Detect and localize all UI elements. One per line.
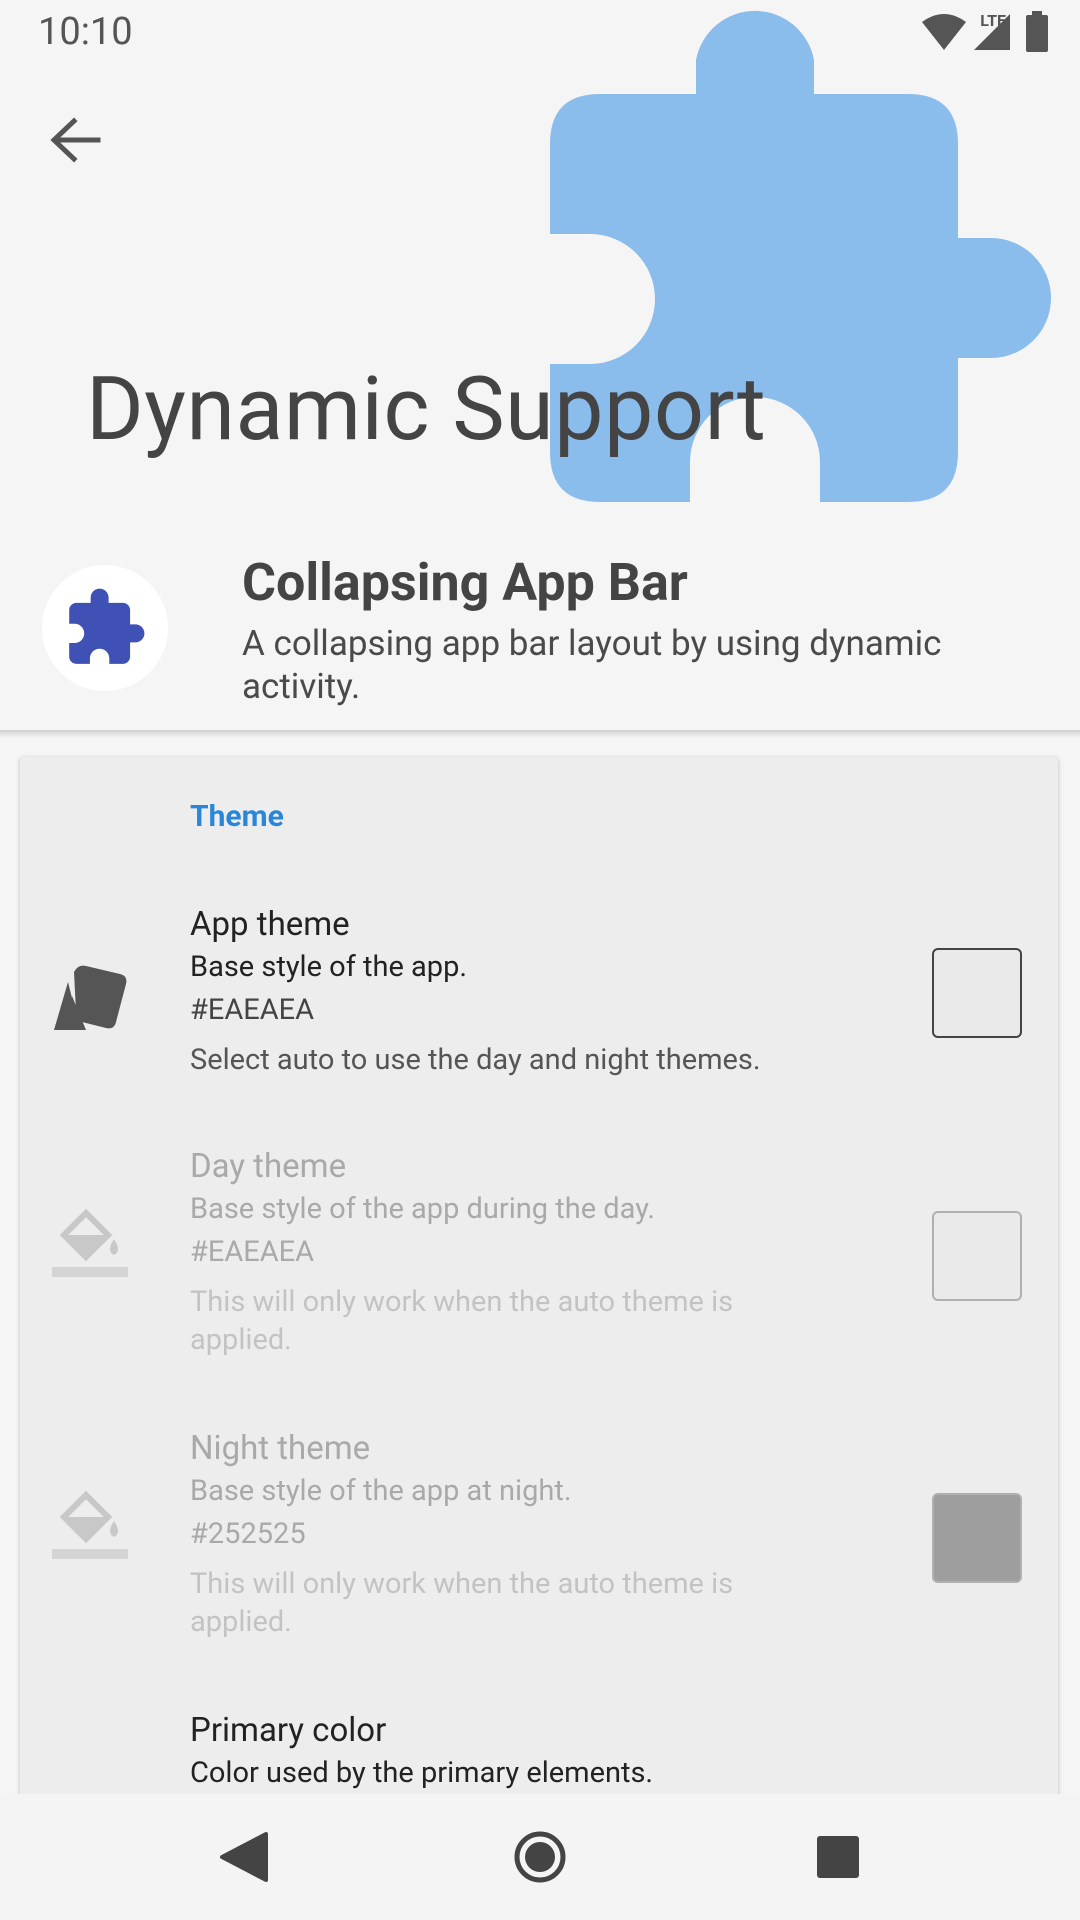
info-title: Collapsing App Bar [242,552,688,613]
circle-home-icon [514,1831,566,1883]
pref-description: This will only work when the auto theme … [190,1567,734,1639]
pref-day-theme[interactable]: Day theme Base style of the app during t… [20,1097,1058,1377]
pref-summary: Base style of the app at night. [190,1474,572,1508]
color-swatch[interactable] [932,1211,1022,1301]
pref-description: Select auto to use the day and night the… [190,1043,761,1077]
pref-title: Day theme [190,1147,347,1186]
nav-recents-button[interactable] [803,1822,873,1892]
pref-summary: Base style of the app during the day. [190,1192,656,1226]
palette-icon [54,965,127,1030]
arrow-back-icon [50,117,101,163]
pref-app-theme[interactable]: App theme Base style of the app. #EAEAEA… [20,757,1058,1097]
color-swatch[interactable] [932,948,1022,1038]
pref-description: This will only work when the auto theme … [190,1285,734,1357]
avatar [42,565,168,691]
pref-summary: Base style of the app. [190,950,468,984]
app-title: Dynamic Support [86,358,767,461]
pref-title: App theme [190,905,350,944]
settings-card: Theme App theme Base style of the app. #… [20,757,1058,1920]
navigation-bar [0,1794,1080,1920]
triangle-back-icon [220,1832,268,1882]
paint-bucket-icon [52,1208,128,1277]
color-swatch[interactable] [932,1493,1022,1583]
nav-back-button[interactable] [208,1822,278,1892]
back-button[interactable] [40,105,110,175]
status-time: 10:10 [38,10,133,54]
pref-value: #EAEAEA [190,993,315,1027]
pref-summary: Color used by the primary elements. [190,1756,654,1790]
pref-title: Night theme [190,1429,371,1468]
square-recents-icon [817,1836,859,1878]
info-description: A collapsing app bar layout by using dyn… [242,623,942,707]
paint-bucket-icon [52,1490,128,1559]
extension-icon [69,588,145,664]
pref-title: Primary color [190,1711,387,1750]
divider [0,730,1080,738]
pref-value: #EAEAEA [190,1235,315,1269]
pref-value: #252525 [190,1517,306,1551]
pref-night-theme[interactable]: Night theme Base style of the app at nig… [20,1379,1058,1659]
nav-home-button[interactable] [505,1822,575,1892]
